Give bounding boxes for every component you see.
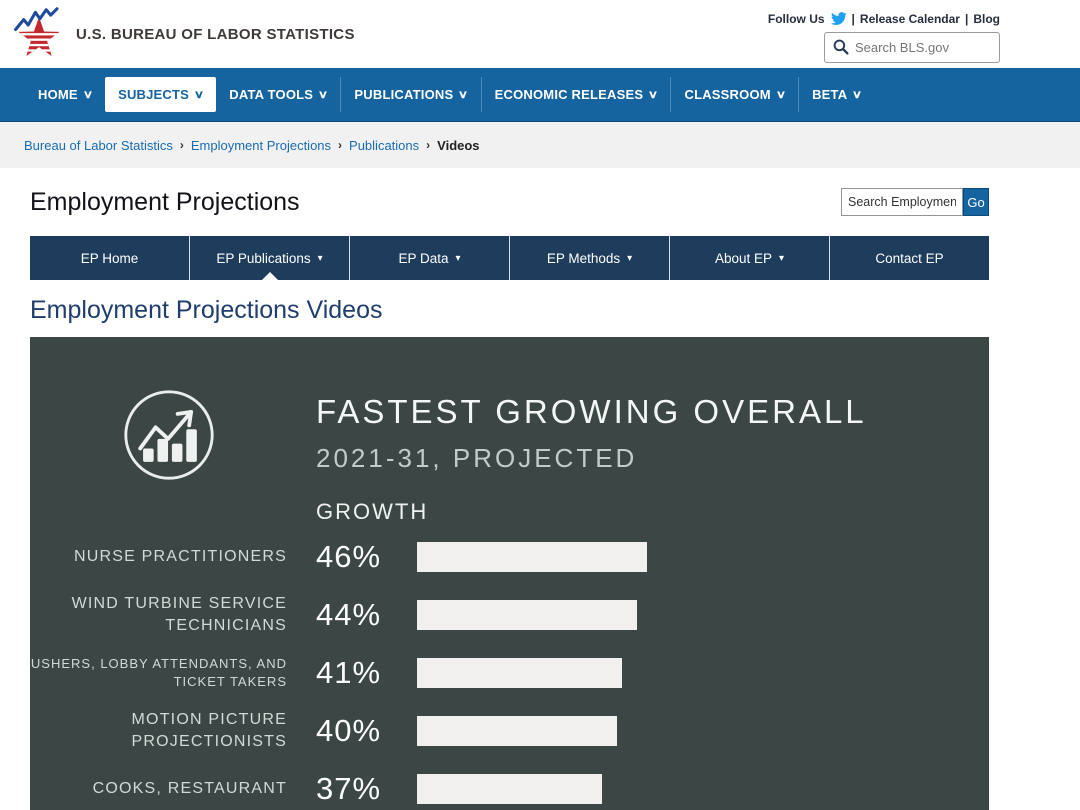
- ep-nav-data[interactable]: EP Data ▾: [349, 236, 509, 280]
- follow-us-link[interactable]: Follow Us: [768, 12, 825, 26]
- breadcrumb-separator: ›: [426, 138, 431, 152]
- active-tab-caret: [261, 272, 278, 280]
- nav-item-home[interactable]: HOME ∨: [25, 77, 105, 112]
- ep-search-input[interactable]: [841, 188, 963, 216]
- breadcrumb-separator: ›: [338, 138, 343, 152]
- dropdown-arrow-icon: ▾: [455, 252, 461, 264]
- ep-nav-about[interactable]: About EP ▾: [669, 236, 829, 280]
- section-heading: Employment Projections Videos: [30, 296, 383, 324]
- ep-search-area: Go: [841, 188, 989, 216]
- category-label: WIND TURBINE SERVICE TECHNICIANS: [71, 595, 287, 634]
- chevron-down-icon: ∨: [82, 89, 94, 101]
- site-header: U.S. BUREAU OF LABOR STATISTICS Follow U…: [0, 0, 1080, 68]
- growth-bar: [417, 774, 602, 804]
- site-title: U.S. BUREAU OF LABOR STATISTICS: [76, 25, 355, 43]
- breadcrumb-link-publications[interactable]: Publications: [349, 138, 419, 153]
- chart-row: USHERS, LOBBY ATTENDANTS, AND TICKET TAK…: [30, 644, 989, 702]
- dropdown-arrow-icon: ▾: [317, 252, 323, 264]
- ep-nav-contact[interactable]: Contact EP: [829, 236, 989, 280]
- ep-nav-methods[interactable]: EP Methods ▾: [509, 236, 669, 280]
- utility-separator: |: [851, 11, 855, 26]
- chart-header: FASTEST GROWING OVERALL 2021-31, PROJECT…: [30, 337, 989, 483]
- value-label: 37%: [316, 771, 382, 806]
- chart-row: NURSE PRACTITIONERS 46%: [30, 528, 989, 586]
- search-icon: [833, 39, 849, 55]
- dropdown-arrow-icon: ▾: [627, 252, 633, 264]
- chevron-down-icon: ∨: [775, 89, 787, 101]
- chart-subtitle: 2021-31, PROJECTED: [316, 443, 638, 473]
- category-label: USHERS, LOBBY ATTENDANTS, AND TICKET TAK…: [30, 656, 287, 689]
- breadcrumb: Bureau of Labor Statistics › Employment …: [0, 122, 1080, 168]
- ep-nav-publications[interactable]: EP Publications ▾: [189, 236, 349, 280]
- chevron-down-icon: ∨: [458, 89, 469, 101]
- title-row: Employment Projections Go: [30, 182, 989, 222]
- chart-title: FASTEST GROWING OVERALL: [316, 393, 867, 430]
- bls-search-input[interactable]: [855, 39, 985, 55]
- growth-chart-icon: [124, 390, 214, 480]
- growth-bar: [417, 716, 617, 746]
- nav-item-economic-releases[interactable]: ECONOMIC RELEASES ∨: [480, 77, 671, 112]
- breadcrumb-separator: ›: [179, 138, 184, 152]
- breadcrumb-current: Videos: [437, 137, 480, 153]
- value-label: 46%: [316, 539, 382, 574]
- nav-item-classroom[interactable]: CLASSROOM ∨: [670, 77, 798, 112]
- value-label: 44%: [316, 597, 382, 632]
- twitter-icon[interactable]: [830, 11, 847, 26]
- growth-bar: [417, 658, 622, 688]
- chart-row: MOTION PICTURE PROJECTIONISTS 40%: [30, 702, 989, 760]
- chevron-down-icon: ∨: [317, 89, 329, 101]
- growth-bar: [417, 600, 637, 630]
- breadcrumb-link-bls[interactable]: Bureau of Labor Statistics: [24, 138, 173, 153]
- page-title: Employment Projections: [30, 187, 300, 216]
- bls-logo-brand[interactable]: U.S. BUREAU OF LABOR STATISTICS: [12, 5, 355, 63]
- video-player[interactable]: FASTEST GROWING OVERALL 2021-31, PROJECT…: [30, 337, 989, 810]
- breadcrumb-link-employment-projections[interactable]: Employment Projections: [191, 138, 331, 153]
- category-label: COOKS, RESTAURANT: [92, 780, 287, 798]
- main-navigation: HOME ∨ SUBJECTS ∨ DATA TOOLS ∨ PUBLICATI…: [0, 68, 1080, 122]
- chart-row: WIND TURBINE SERVICE TECHNICIANS 44%: [30, 586, 989, 644]
- header-utility-area: Follow Us | Release Calendar | Blog: [768, 6, 1000, 63]
- ep-nav-home[interactable]: EP Home: [30, 236, 189, 280]
- chevron-down-icon: ∨: [852, 89, 863, 101]
- chart-column-header: GROWTH: [316, 499, 429, 524]
- bls-search-box[interactable]: [824, 31, 1000, 63]
- growth-bar: [417, 542, 647, 572]
- utility-separator: |: [964, 11, 969, 26]
- value-label: 41%: [316, 655, 382, 690]
- chart-titles: FASTEST GROWING OVERALL 2021-31, PROJECT…: [316, 387, 867, 483]
- bls-star-logo-icon: [14, 7, 60, 56]
- nav-item-data-tools[interactable]: DATA TOOLS ∨: [216, 77, 340, 112]
- chart-rows: NURSE PRACTITIONERS 46% WIND TURBINE SER…: [30, 528, 989, 810]
- chart-row: COOKS, RESTAURANT 37%: [30, 760, 989, 810]
- category-label: MOTION PICTURE PROJECTIONISTS: [131, 711, 287, 750]
- blog-link[interactable]: Blog: [973, 12, 1000, 26]
- release-calendar-link[interactable]: Release Calendar: [860, 12, 960, 26]
- nav-item-subjects[interactable]: SUBJECTS ∨: [105, 77, 217, 112]
- utility-links: Follow Us | Release Calendar | Blog: [768, 12, 1000, 26]
- chevron-down-icon: ∨: [647, 89, 659, 101]
- value-label: 40%: [316, 713, 382, 748]
- page-content: Employment Projections Go EP Home EP Pub…: [30, 182, 989, 810]
- ep-navigation: EP Home EP Publications ▾ EP Data ▾ EP M…: [30, 236, 989, 280]
- category-label: NURSE PRACTITIONERS: [73, 548, 287, 566]
- nav-item-beta[interactable]: BETA ∨: [798, 77, 875, 112]
- dropdown-arrow-icon: ▾: [779, 252, 785, 264]
- go-button[interactable]: Go: [963, 188, 989, 216]
- nav-item-publications[interactable]: PUBLICATIONS ∨: [340, 77, 480, 112]
- chevron-down-icon: ∨: [193, 89, 205, 101]
